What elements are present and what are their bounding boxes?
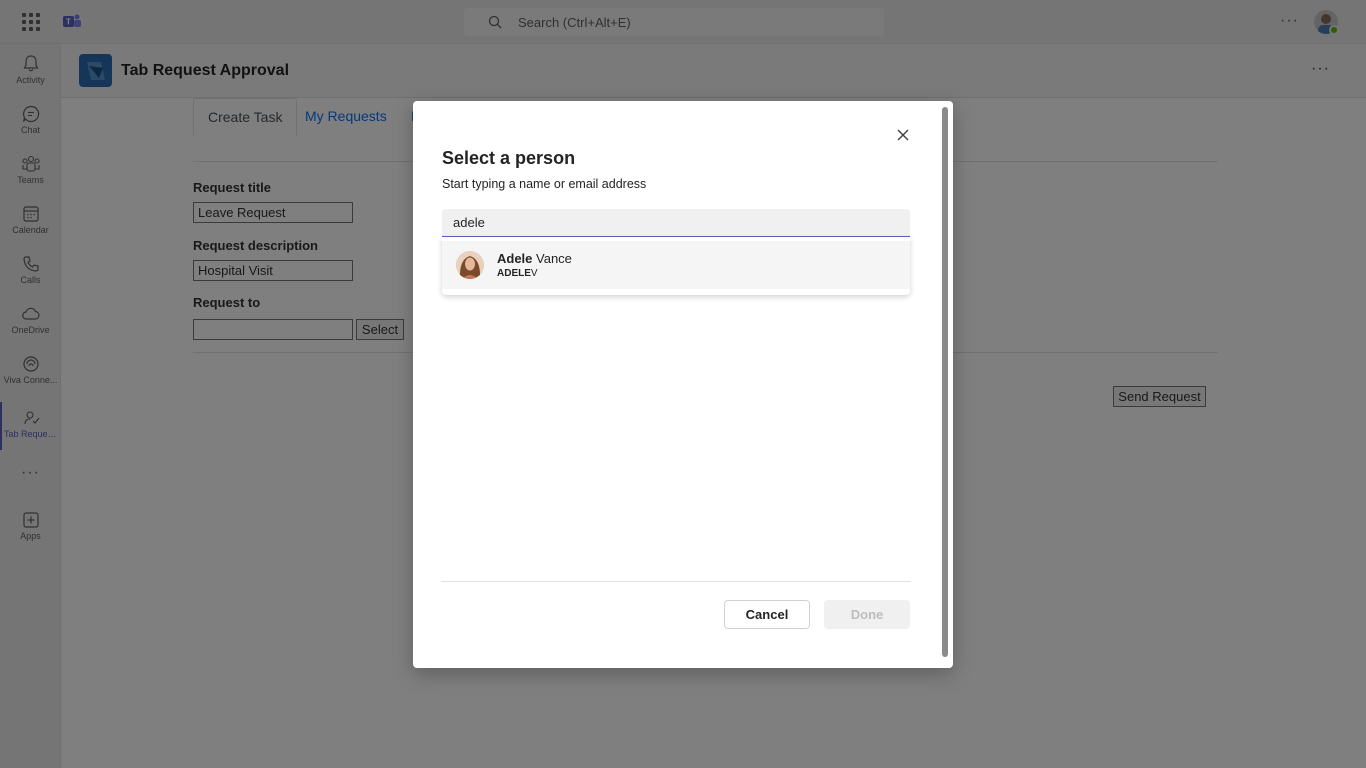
suggestion-id: ADELEV <box>497 268 538 279</box>
dialog-scrollbar[interactable] <box>942 107 948 657</box>
people-search-input[interactable] <box>442 209 910 237</box>
select-person-dialog: Select a person Start typing a name or e… <box>413 101 953 668</box>
dialog-subtitle: Start typing a name or email address <box>442 177 647 191</box>
dialog-title: Select a person <box>442 148 576 168</box>
close-icon[interactable] <box>893 125 913 145</box>
suggestion-item[interactable]: Adele Vance ADELEV <box>442 241 910 289</box>
suggestions-list: Adele Vance ADELEV <box>442 237 910 295</box>
done-button[interactable]: Done <box>824 600 910 629</box>
avatar <box>456 251 484 279</box>
dialog-divider <box>441 581 911 582</box>
suggestion-name: Adele Vance <box>497 251 572 266</box>
cancel-button[interactable]: Cancel <box>724 600 810 629</box>
